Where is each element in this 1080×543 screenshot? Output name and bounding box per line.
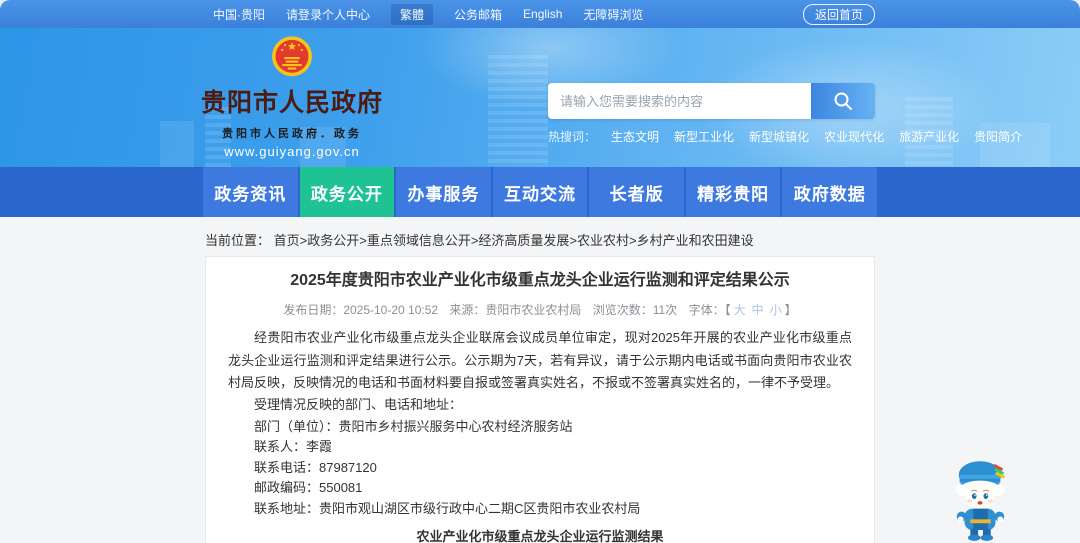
contact-info: 部门（单位）：贵阳市乡村振兴服务中心农村经济服务站 联系人：李霞 联系电话：87… xyxy=(228,417,852,520)
article-body: 经贵阳市农业产业化市级重点龙头企业联席会议成员单位审定，现对2025年开展的农业… xyxy=(228,327,852,416)
mascot-icon xyxy=(955,461,1006,541)
page: 中国·贵阳 请登录个人中心 繁體 公务邮箱 English 无障碍浏览 返回首页 xyxy=(0,0,1080,543)
site-logo[interactable]: 贵阳市人民政府 贵阳市人民政府．政务 www.guiyang.gov.cn xyxy=(201,34,382,159)
site-banner: 贵阳市人民政府 贵阳市人民政府．政务 www.guiyang.gov.cn 请输… xyxy=(0,28,1080,167)
contact-line: 联系地址：贵阳市观山湖区市级行政中心二期C区贵阳市农业农村局 xyxy=(254,500,641,516)
topbar-link[interactable]: 繁體 xyxy=(391,3,434,25)
contact-line: 联系人：李霞 xyxy=(254,439,333,455)
nav-item[interactable]: 精彩贵阳 xyxy=(685,167,781,217)
topbar-link[interactable]: 中国·贵阳 xyxy=(213,6,265,23)
breadcrumb-path[interactable]: 首页>政务公开>重点领域信息公开>经济高质量发展>农业农村>乡村产业和农田建设 xyxy=(274,233,754,248)
topbar-links: 中国·贵阳 请登录个人中心 繁體 公务邮箱 English 无障碍浏览 xyxy=(213,3,643,25)
content-area: 当前位置： 首页>政务公开>重点领域信息公开>经济高质量发展>农业农村>乡村产业… xyxy=(0,217,1080,543)
national-emblem-icon xyxy=(272,36,312,77)
hot-search-label: 热搜词： xyxy=(548,130,597,144)
topbar-link[interactable]: 请登录个人中心 xyxy=(286,6,370,23)
article-paragraph: 受理情况反映的部门、电话和地址： xyxy=(254,397,463,413)
skyline-decoration xyxy=(160,121,194,167)
article-paragraph: 经贵阳市农业产业化市级重点龙头企业联席会议成员单位审定，现对2025年开展的农业… xyxy=(228,330,852,391)
main-navigation: 政务资讯 政务公开 办事服务 互动交流 长者版 精彩贵阳 政府数据 xyxy=(0,167,1080,217)
font-size-option[interactable]: 小 xyxy=(770,303,782,317)
topbar-link[interactable]: 公务邮箱 xyxy=(454,6,502,23)
hot-search-term[interactable]: 新型城镇化 xyxy=(749,128,809,145)
article-meta: 发布日期：2025-10-20 10:52 来源：贵阳市农业农村局 浏览次数：1… xyxy=(228,301,852,318)
site-subtitle: 贵阳市人民政府．政务 xyxy=(222,128,362,140)
nav-item[interactable]: 长者版 xyxy=(589,167,684,217)
nav-item[interactable]: 政府数据 xyxy=(782,167,878,217)
bracket: 【 xyxy=(724,303,731,318)
contact-line: 邮政编码：550081 xyxy=(254,480,363,496)
article-source: 来源：贵阳市农业农村局 xyxy=(449,303,582,318)
font-size-option[interactable]: 中 xyxy=(752,303,764,317)
font-size-label: 字体： xyxy=(688,303,725,318)
nav-item[interactable]: 办事服务 xyxy=(396,167,491,217)
topbar-link[interactable]: English xyxy=(523,7,562,21)
search-input[interactable] xyxy=(548,83,811,119)
table-caption: 农业产业化市级重点龙头企业运行监测结果 xyxy=(416,529,664,543)
hot-search-term[interactable]: 生态文明 xyxy=(611,128,659,145)
nav-item[interactable]: 互动交流 xyxy=(492,167,588,217)
font-size-option[interactable]: 大 xyxy=(734,303,746,317)
view-count: 浏览次数：11次 xyxy=(592,303,678,318)
breadcrumb: 当前位置： 首页>政务公开>重点领域信息公开>经济高质量发展>农业农村>乡村产业… xyxy=(205,230,875,249)
hot-search-term[interactable]: 旅游产业化 xyxy=(899,128,959,145)
nav-item[interactable]: 政务公开 xyxy=(299,167,395,217)
search-area: 热搜词： 生态文明 新型工业化 新型城镇化 农业现代化 旅游产业化 贵阳简介 xyxy=(548,83,1022,145)
contact-line: 联系电话：87987120 xyxy=(254,459,377,475)
topbar-link[interactable]: 无障碍浏览 xyxy=(583,6,643,23)
hot-search-term[interactable]: 新型工业化 xyxy=(674,128,734,145)
contact-line: 部门（单位）：贵阳市乡村振兴服务中心农村经济服务站 xyxy=(254,418,573,434)
hot-search-term[interactable]: 贵阳简介 xyxy=(974,128,1022,145)
nav-item[interactable]: 政务资讯 xyxy=(203,167,298,217)
top-utility-bar: 中国·贵阳 请登录个人中心 繁體 公务邮箱 English 无障碍浏览 返回首页 xyxy=(0,0,1080,28)
search-button[interactable] xyxy=(811,83,875,119)
bracket: 】 xyxy=(784,303,797,318)
publish-date: 发布日期：2025-10-20 10:52 xyxy=(283,303,439,318)
breadcrumb-label: 当前位置： xyxy=(205,233,271,248)
hot-search-row: 热搜词： 生态文明 新型工业化 新型城镇化 农业现代化 旅游产业化 贵阳简介 xyxy=(548,128,1022,145)
site-title: 贵阳市人民政府 xyxy=(201,89,384,117)
hot-search-term[interactable]: 农业现代化 xyxy=(824,128,884,145)
search-icon xyxy=(834,92,852,110)
site-url: www.guiyang.gov.cn xyxy=(224,144,360,159)
mascot-assistant[interactable] xyxy=(950,455,1012,543)
article-title: 2025年度贵阳市农业产业化市级重点龙头企业运行监测和评定结果公示 xyxy=(290,272,790,289)
article-card: 2025年度贵阳市农业产业化市级重点龙头企业运行监测和评定结果公示 发布日期：2… xyxy=(205,256,875,543)
return-home-button[interactable]: 返回首页 xyxy=(802,3,875,25)
